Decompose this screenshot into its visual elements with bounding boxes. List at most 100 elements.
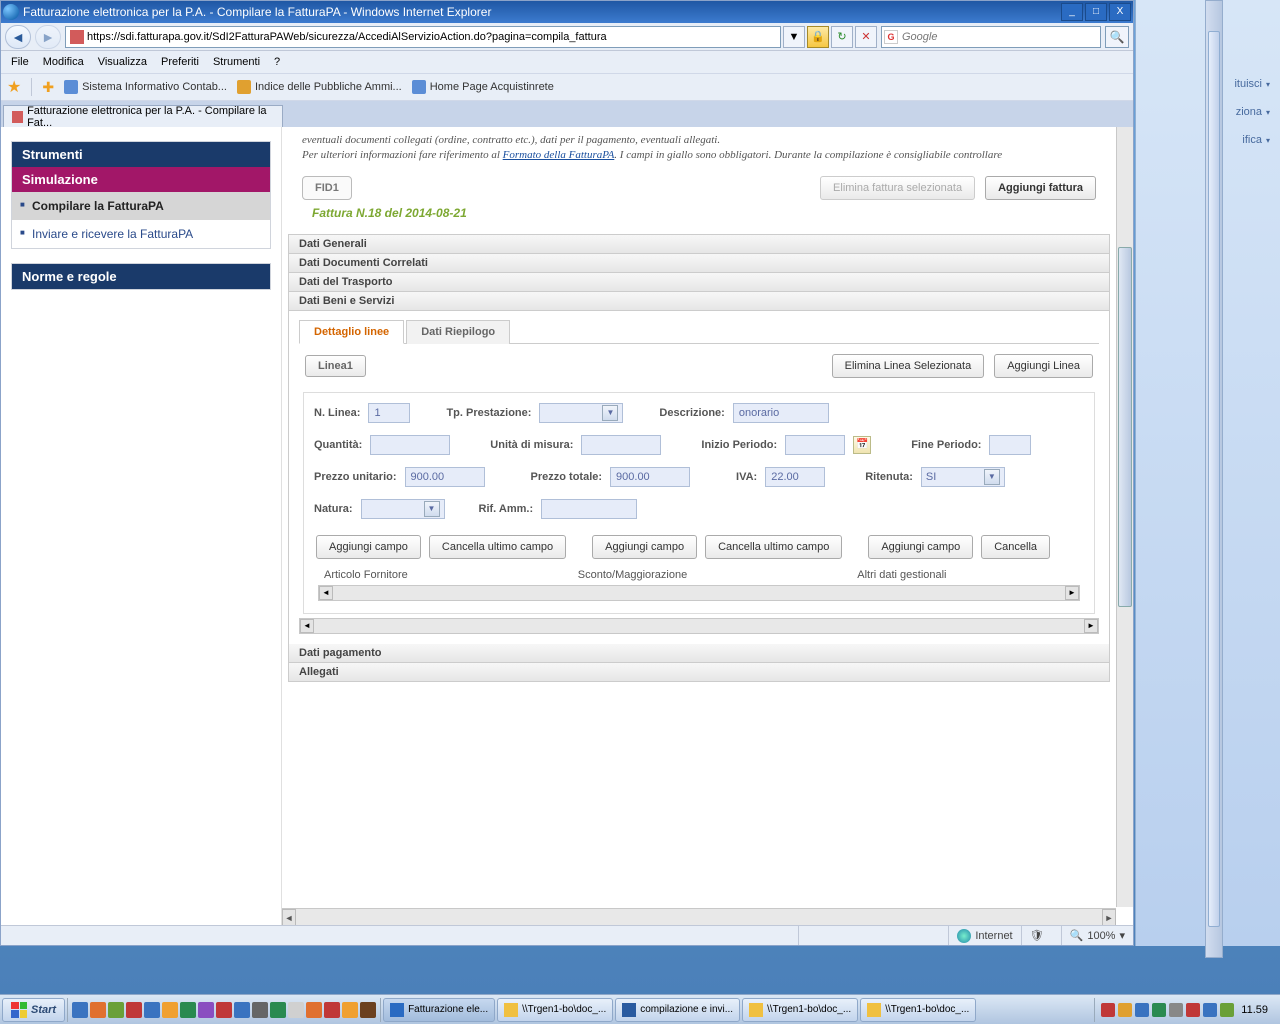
input-rif-amm[interactable] (541, 499, 637, 519)
add-field-button-2[interactable]: Aggiungi campo (592, 535, 697, 559)
background-scrollbar (1205, 0, 1223, 958)
browser-tab[interactable]: Fatturazione elettronica per la P.A. - C… (3, 105, 283, 127)
ql-icon[interactable] (144, 1002, 160, 1018)
zoom-indicator[interactable]: 🔍 100% ▾ (1061, 926, 1133, 945)
ql-icon[interactable] (288, 1002, 304, 1018)
section-beni-servizi[interactable]: Dati Beni e Servizi (289, 292, 1109, 311)
menu-visualizza[interactable]: Visualizza (98, 56, 147, 68)
formato-link[interactable]: Formato della FatturaPA (503, 149, 615, 161)
input-quantita[interactable] (370, 435, 450, 455)
ql-icon[interactable] (252, 1002, 268, 1018)
favorites-star-icon[interactable]: ★ (7, 77, 21, 97)
delete-line-button[interactable]: Elimina Linea Selezionata (832, 354, 985, 378)
window-minimize-button[interactable]: _ (1061, 3, 1083, 21)
delete-field-button-3[interactable]: Cancella (981, 535, 1050, 559)
menu-modifica[interactable]: Modifica (43, 56, 84, 68)
ql-icon[interactable] (216, 1002, 232, 1018)
add-field-button-3[interactable]: Aggiungi campo (868, 535, 973, 559)
ql-icon[interactable] (198, 1002, 214, 1018)
ql-icon[interactable] (324, 1002, 340, 1018)
add-invoice-button[interactable]: Aggiungi fattura (985, 176, 1096, 200)
tray-icon[interactable] (1152, 1003, 1166, 1017)
main-vertical-scrollbar[interactable] (1116, 127, 1133, 907)
add-field-button-1[interactable]: Aggiungi campo (316, 535, 421, 559)
menu-help[interactable]: ? (274, 56, 280, 68)
delete-field-button-1[interactable]: Cancella ultimo campo (429, 535, 566, 559)
start-button[interactable]: Start (2, 998, 65, 1022)
fid-tab[interactable]: FID1 (302, 176, 352, 200)
tab-dettaglio-linee[interactable]: Dettaglio linee (299, 320, 404, 344)
url-dropdown-button[interactable]: ▼ (783, 26, 805, 48)
favorite-link-1[interactable]: Sistema Informativo Contab... (64, 80, 227, 94)
ql-icon[interactable] (306, 1002, 322, 1018)
ql-icon[interactable] (360, 1002, 376, 1018)
section-horizontal-scrollbar[interactable]: ◄ ► (299, 618, 1099, 634)
favorite-link-2[interactable]: Indice delle Pubbliche Ammi... (237, 80, 402, 94)
ql-icon[interactable] (90, 1002, 106, 1018)
input-fine-periodo[interactable] (989, 435, 1031, 455)
inner-horizontal-scrollbar[interactable]: ◄ ► (318, 585, 1080, 601)
sidebar-head-norme[interactable]: Norme e regole (12, 264, 270, 289)
ie-icon (390, 1003, 404, 1017)
select-ritenuta[interactable]: SI▼ (921, 467, 1005, 487)
taskbar-item-folder[interactable]: \\Trgen1-bo\doc_... (497, 998, 613, 1022)
search-button[interactable]: 🔍 (1105, 26, 1129, 48)
input-iva[interactable] (765, 467, 825, 487)
add-line-button[interactable]: Aggiungi Linea (994, 354, 1093, 378)
refresh-button[interactable]: ↻ (831, 26, 853, 48)
tab-dati-riepilogo[interactable]: Dati Riepilogo (406, 320, 510, 344)
input-prezzo-totale[interactable] (610, 467, 690, 487)
select-natura[interactable]: ▼ (361, 499, 445, 519)
tray-icon[interactable] (1169, 1003, 1183, 1017)
ql-icon[interactable] (108, 1002, 124, 1018)
input-n-linea[interactable] (368, 403, 410, 423)
delete-field-button-2[interactable]: Cancella ultimo campo (705, 535, 842, 559)
main-horizontal-scrollbar[interactable]: ◄ ► (282, 908, 1116, 925)
section-trasporto[interactable]: Dati del Trasporto (289, 273, 1109, 292)
section-allegati[interactable]: Allegati (289, 663, 1109, 681)
ql-icon[interactable] (180, 1002, 196, 1018)
taskbar-item-folder[interactable]: \\Trgen1-bo\doc_... (860, 998, 976, 1022)
add-favorite-icon[interactable]: ✚ (42, 79, 54, 96)
tray-icon[interactable] (1101, 1003, 1115, 1017)
input-udm[interactable] (581, 435, 661, 455)
tray-icon[interactable] (1186, 1003, 1200, 1017)
window-close-button[interactable]: X (1109, 3, 1131, 21)
input-prezzo-unitario[interactable] (405, 467, 485, 487)
tray-icon[interactable] (1220, 1003, 1234, 1017)
search-box[interactable]: G Google (881, 26, 1101, 48)
section-dati-generali[interactable]: Dati Generali (289, 235, 1109, 254)
ql-icon[interactable] (270, 1002, 286, 1018)
delete-invoice-button[interactable]: Elimina fattura selezionata (820, 176, 975, 200)
section-documenti-correlati[interactable]: Dati Documenti Correlati (289, 254, 1109, 273)
sidebar-item-compilare[interactable]: Compilare la FatturaPA (12, 192, 270, 220)
forward-button[interactable]: ► (35, 25, 61, 49)
tray-icon[interactable] (1203, 1003, 1217, 1017)
back-button[interactable]: ◄ (5, 25, 31, 49)
select-tp-prestazione[interactable]: ▼ (539, 403, 623, 423)
window-maximize-button[interactable]: □ (1085, 3, 1107, 21)
menu-preferiti[interactable]: Preferiti (161, 56, 199, 68)
taskbar-clock[interactable]: 11.59 (1237, 1004, 1272, 1016)
ql-icon[interactable] (234, 1002, 250, 1018)
address-bar[interactable]: https://sdi.fatturapa.gov.it/SdI2Fattura… (65, 26, 781, 48)
taskbar-item-ie[interactable]: Fatturazione ele... (383, 998, 495, 1022)
tray-icon[interactable] (1118, 1003, 1132, 1017)
menu-strumenti[interactable]: Strumenti (213, 56, 260, 68)
calendar-icon[interactable]: 📅 (853, 436, 871, 454)
taskbar-item-folder[interactable]: \\Trgen1-bo\doc_... (742, 998, 858, 1022)
menu-file[interactable]: File (11, 56, 29, 68)
input-inizio-periodo[interactable] (785, 435, 845, 455)
input-descrizione[interactable] (733, 403, 829, 423)
favorite-link-3[interactable]: Home Page Acquistinrete (412, 80, 554, 94)
ql-icon[interactable] (126, 1002, 142, 1018)
taskbar-item-word[interactable]: compilazione e invi... (615, 998, 740, 1022)
linea-tab[interactable]: Linea1 (305, 355, 366, 377)
tray-icon[interactable] (1135, 1003, 1149, 1017)
ql-icon[interactable] (162, 1002, 178, 1018)
section-pagamento[interactable]: Dati pagamento (289, 644, 1109, 663)
ql-icon[interactable] (342, 1002, 358, 1018)
ql-ie-icon[interactable] (72, 1002, 88, 1018)
stop-button[interactable]: ✕ (855, 26, 877, 48)
sidebar-item-inviare[interactable]: Inviare e ricevere la FatturaPA (12, 220, 270, 248)
